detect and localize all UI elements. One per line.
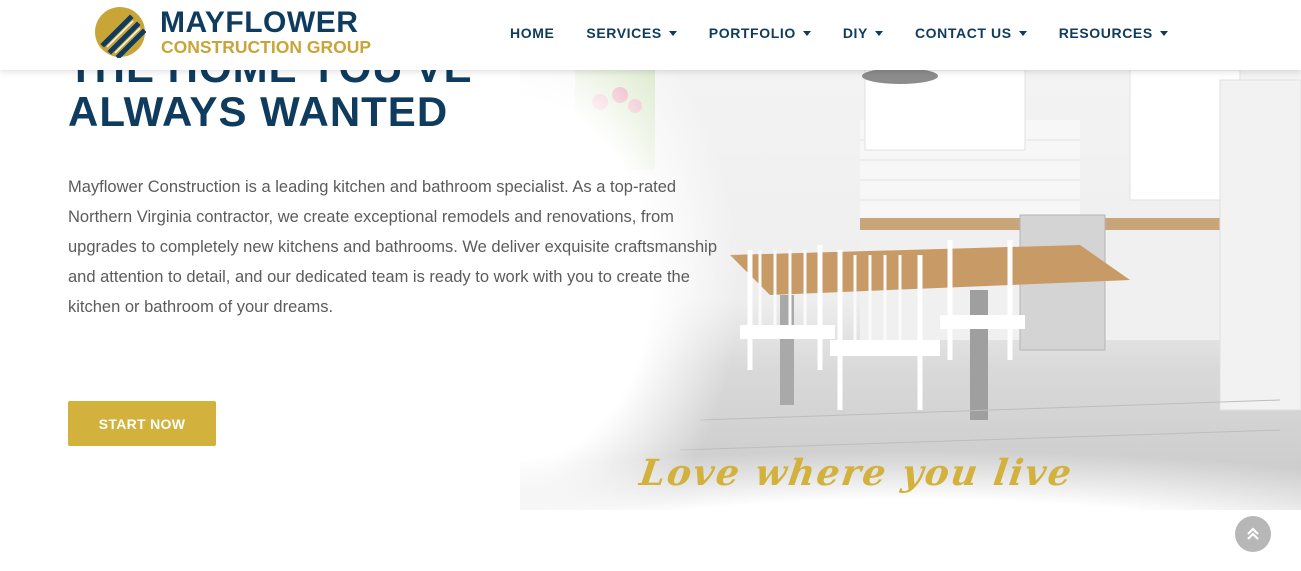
nav-item-label: PORTFOLIO — [708, 25, 796, 41]
brand-subtitle: CONSTRUCTION GROUP — [161, 37, 371, 57]
start-now-button[interactable]: START NOW — [68, 401, 216, 446]
main-nav: HOME SERVICES PORTFOLIO DIY CONTACT US R… — [494, 0, 1184, 66]
nav-item-label: DIY — [842, 25, 868, 41]
nav-item-resources[interactable]: RESOURCES — [1043, 25, 1184, 41]
caret-down-icon — [668, 30, 677, 36]
site-header: MAYFLOWER CONSTRUCTION GROUP HOME SERVIC… — [0, 0, 1301, 70]
nav-item-home[interactable]: HOME — [494, 25, 570, 41]
logo-mark-icon — [95, 7, 146, 58]
nav-item-label: CONTACT US — [914, 25, 1012, 41]
hero-tagline: Love where you live — [637, 452, 1076, 494]
scroll-to-top-button[interactable] — [1235, 516, 1271, 552]
caret-down-icon — [1159, 30, 1168, 36]
nav-item-services[interactable]: SERVICES — [570, 25, 692, 41]
logo[interactable]: MAYFLOWER CONSTRUCTION GROUP — [94, 6, 404, 62]
nav-item-diy[interactable]: DIY — [827, 25, 899, 41]
nav-item-label: RESOURCES — [1058, 25, 1153, 41]
nav-item-label: HOME — [510, 25, 555, 41]
hero-description: Mayflower Construction is a leading kitc… — [68, 178, 718, 316]
caret-down-icon — [1018, 30, 1027, 36]
brand-name: MAYFLOWER — [160, 6, 359, 39]
hero-headline: ALWAYS WANTED — [68, 88, 449, 135]
double-chevron-up-icon — [1247, 527, 1259, 540]
nav-item-portfolio[interactable]: PORTFOLIO — [693, 25, 827, 41]
nav-item-contact-us[interactable]: CONTACT US — [899, 25, 1043, 41]
caret-down-icon — [802, 30, 811, 36]
nav-item-label: SERVICES — [586, 25, 662, 41]
caret-down-icon — [874, 30, 883, 36]
